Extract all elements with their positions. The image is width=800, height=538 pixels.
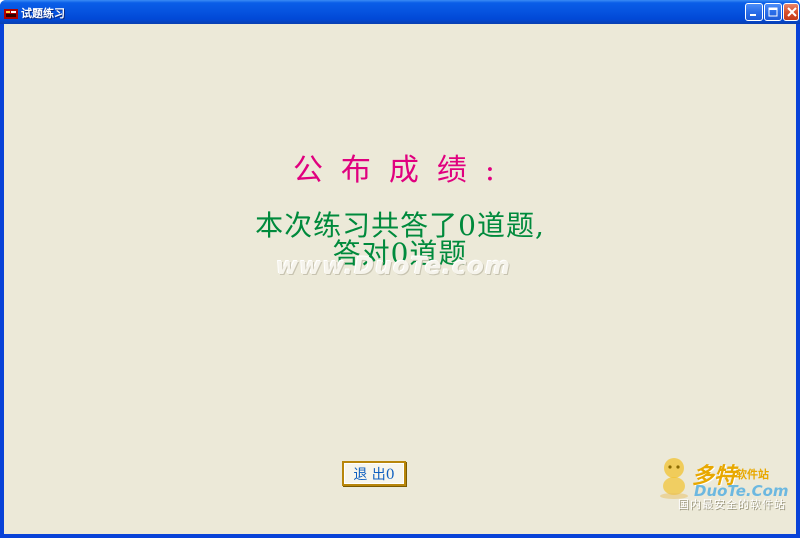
title-bar[interactable]: 试题练习	[0, 0, 800, 24]
logo-slogan: 国内最安全的软件站	[678, 498, 786, 511]
close-button[interactable]	[783, 3, 799, 21]
minimize-icon	[750, 14, 756, 16]
window-title: 试题练习	[21, 7, 65, 20]
app-icon	[4, 5, 18, 19]
client-area: 公布成绩: 本次练习共答了0道题, 答对0道题 www.DuoTe.com 退 …	[4, 24, 796, 534]
watermark-text: www.DuoTe.com	[276, 252, 511, 280]
close-icon	[787, 7, 797, 17]
watermark-logo: 多特 软件站 DuoTe.Com 国内最安全的软件站	[656, 456, 792, 516]
exit-button[interactable]: 退 出0	[342, 461, 406, 486]
result-title: 公布成绩:	[292, 153, 514, 188]
maximize-icon	[768, 7, 778, 17]
app-window: 试题练习 公布成绩: 本次练习共答了0道题, 答对0道题 www.DuoTe.c…	[0, 0, 800, 538]
maximize-button[interactable]	[764, 3, 782, 21]
mascot-icon	[660, 458, 688, 499]
logo-site: 软件站	[736, 468, 769, 481]
minimize-button[interactable]	[745, 3, 763, 21]
